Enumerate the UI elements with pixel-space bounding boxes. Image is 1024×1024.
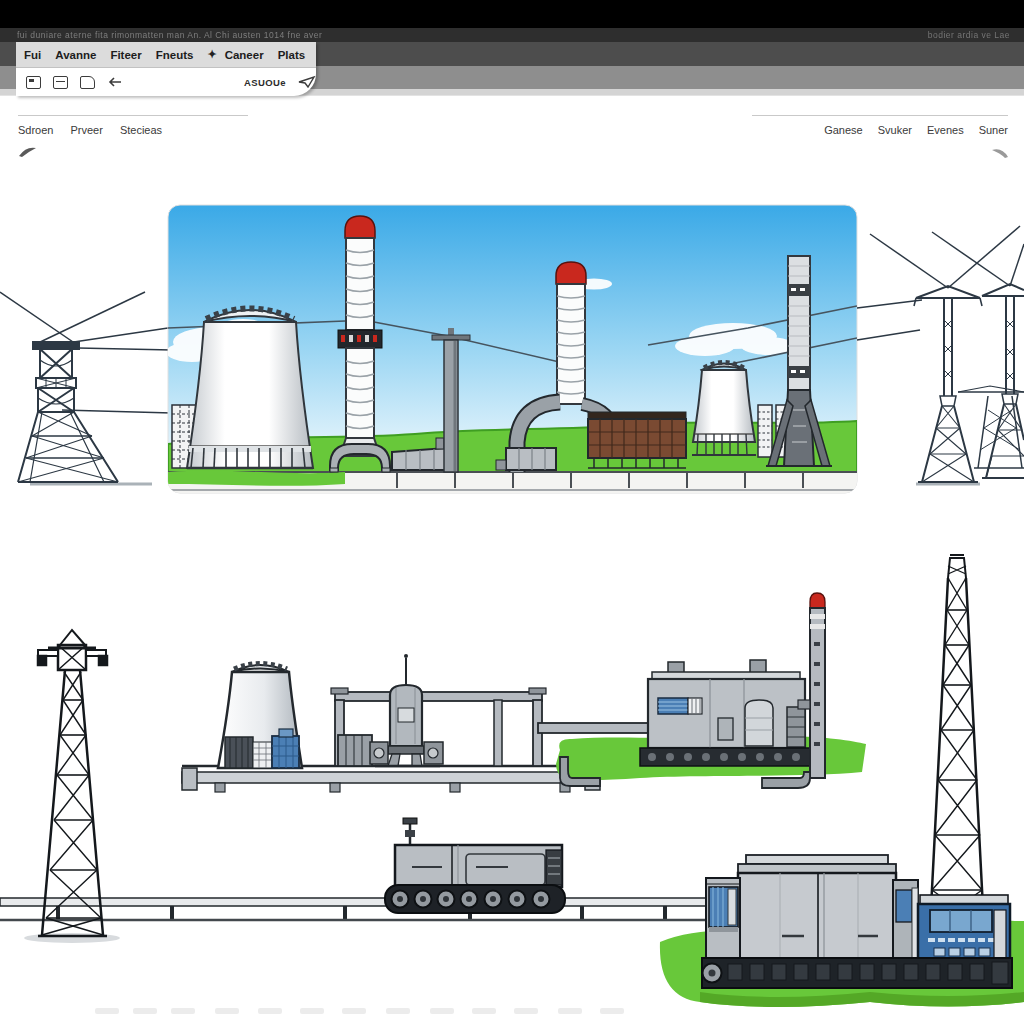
document-icon[interactable] [53, 76, 68, 89]
nav-item[interactable]: Svuker [878, 124, 912, 136]
nav-divider-left [18, 115, 248, 116]
right-lattice-tower [928, 555, 986, 928]
window-icon[interactable] [26, 76, 41, 89]
menu-panel: Fui Avanne Fiteer Fneuts ✦ Caneer Plats … [16, 42, 316, 96]
plant-illustration-panel [166, 205, 857, 493]
platform [182, 766, 600, 792]
nav-item[interactable]: Ganese [824, 124, 863, 136]
window-title-bar: fui duniare aterne fita rimonmatten man … [0, 28, 1024, 42]
nav-divider-right [752, 115, 1008, 116]
left-lattice-tower [24, 630, 120, 943]
menu-item[interactable]: Plats [278, 49, 306, 61]
titlebar-text-left: fui duniare aterne fita rimonmatten man … [17, 28, 322, 42]
menu-item[interactable]: Caneer [225, 49, 264, 61]
left-transmission-pylon [0, 292, 172, 484]
middle-cooling-tower [218, 664, 302, 769]
menu-item[interactable]: Fui [24, 49, 41, 61]
menu-glyph-icon: ✦ [207, 48, 216, 61]
folder-icon[interactable] [80, 76, 95, 89]
tracked-vehicle [385, 818, 565, 913]
cooling-tower-large [187, 309, 313, 469]
cooling-tower-small [692, 363, 756, 456]
titlebar-text-right: bodier ardia ve Lae [928, 28, 1010, 42]
nav-item[interactable]: Evenes [927, 124, 964, 136]
right-transmission-pylons [857, 226, 1024, 484]
swoosh-icon-right [990, 145, 1010, 159]
guardrail [0, 898, 740, 920]
menu-item[interactable]: Fneuts [156, 49, 194, 61]
main-scene [0, 200, 1024, 500]
nav-right: Ganese Svuker Evenes Suner [0, 124, 1008, 136]
menu-item[interactable]: Fiteer [110, 49, 141, 61]
middle-building [640, 660, 810, 766]
swoosh-icon-left [18, 144, 38, 158]
send-plane-icon[interactable] [298, 76, 316, 88]
window-top-bar [0, 0, 1024, 28]
lower-scene [0, 550, 1024, 1024]
toolbar: ASUOUe [16, 68, 326, 96]
nav-item[interactable]: Suner [979, 124, 1008, 136]
back-arrow-icon[interactable] [107, 76, 123, 88]
menu-item[interactable]: Avanne [55, 49, 96, 61]
ghost-text [95, 1008, 624, 1014]
generator-building-complex [702, 855, 1012, 988]
toolbar-right-label: ASUOUe [244, 77, 286, 88]
menu-bar: Fui Avanne Fiteer Fneuts ✦ Caneer Plats [16, 42, 316, 68]
